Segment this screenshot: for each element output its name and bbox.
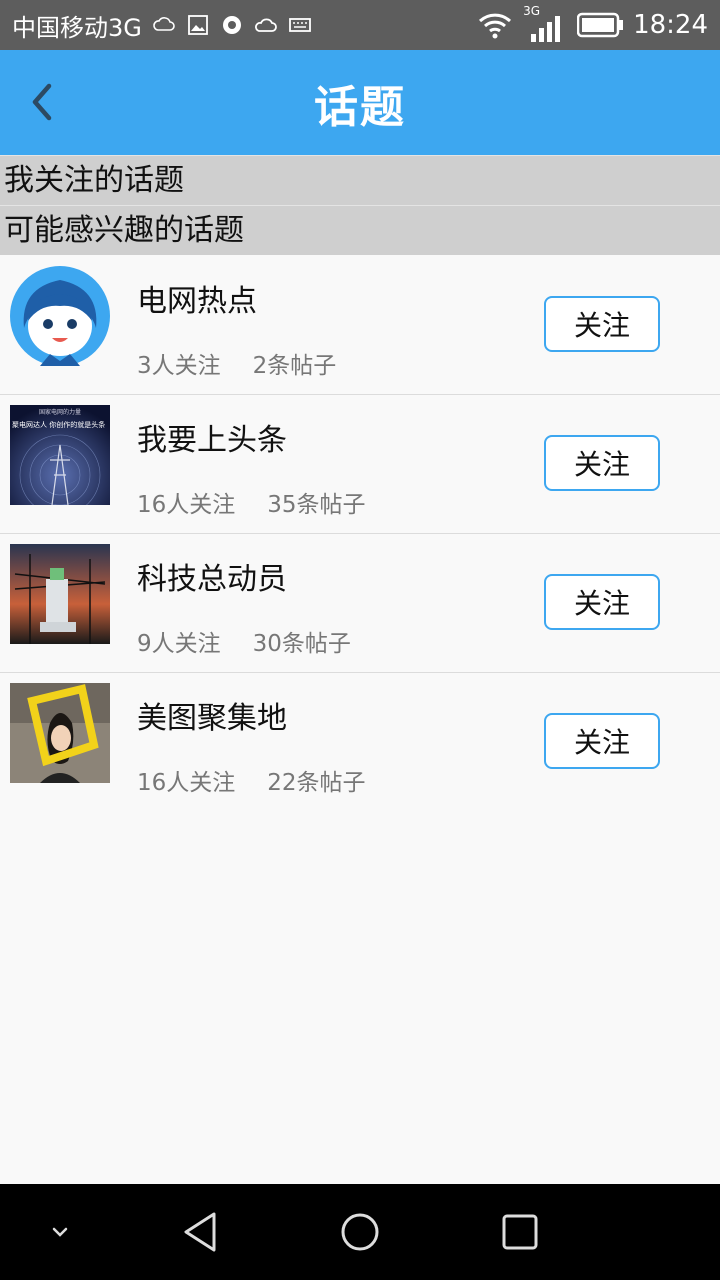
topic-row[interactable]: 国家电网的力量 聚电网达人 你创作的就是头条 我要上头条 16人关注 35条帖子… bbox=[0, 395, 720, 534]
topic-posts-count: 35条帖子 bbox=[267, 492, 366, 518]
square-recents-icon bbox=[502, 1214, 538, 1250]
topic-thumbnail-robot bbox=[10, 544, 110, 644]
app-bar: 话题 bbox=[0, 50, 720, 155]
follow-button[interactable]: 关注 bbox=[544, 296, 660, 352]
thumb-caption-1: 国家电网的力量 bbox=[39, 408, 81, 416]
carrier-label: 中国移动3G bbox=[12, 13, 142, 42]
topic-name: 我要上头条 bbox=[137, 423, 287, 458]
topic-meta: 3人关注 2条帖子 bbox=[137, 346, 336, 380]
follow-button[interactable]: 关注 bbox=[544, 574, 660, 630]
follow-button[interactable]: 关注 bbox=[544, 435, 660, 491]
topic-meta: 9人关注 30条帖子 bbox=[137, 624, 351, 658]
nav-hide-button[interactable] bbox=[36, 1208, 84, 1256]
section-interested-topics: 可能感兴趣的话题 bbox=[0, 205, 720, 255]
status-bar: 中国移动3G 3G 18:24 bbox=[0, 0, 720, 50]
weather-icon bbox=[153, 17, 175, 31]
topic-followers-count: 9人关注 bbox=[137, 631, 221, 657]
section-followed-topics[interactable]: 我关注的话题 bbox=[0, 155, 720, 205]
topic-posts-count: 22条帖子 bbox=[267, 770, 366, 796]
back-chevron-icon bbox=[32, 83, 52, 121]
topic-followers-count: 3人关注 bbox=[137, 353, 221, 379]
chevron-down-icon bbox=[52, 1227, 68, 1237]
signal-indicator: 3G bbox=[523, 4, 567, 42]
topic-row[interactable]: 电网热点 3人关注 2条帖子 关注 bbox=[0, 256, 720, 395]
cloud-icon bbox=[254, 18, 277, 32]
nav-recents-button[interactable] bbox=[496, 1208, 544, 1256]
topic-meta: 16人关注 22条帖子 bbox=[137, 763, 366, 797]
nav-back-button[interactable] bbox=[176, 1208, 224, 1256]
circle-home-icon bbox=[341, 1213, 379, 1251]
topic-posts-count: 30条帖子 bbox=[252, 631, 351, 657]
back-button[interactable] bbox=[12, 72, 72, 132]
topic-meta: 16人关注 35条帖子 bbox=[137, 485, 366, 519]
page-title: 话题 bbox=[314, 81, 406, 133]
topic-thumbnail-power-tower: 国家电网的力量 聚电网达人 你创作的就是头条 bbox=[10, 405, 110, 505]
nav-home-button[interactable] bbox=[336, 1208, 384, 1256]
triangle-back-icon bbox=[184, 1212, 216, 1252]
shield-icon bbox=[222, 16, 241, 34]
system-nav-bar bbox=[0, 1184, 720, 1280]
topic-posts-count: 2条帖子 bbox=[252, 353, 337, 379]
image-icon bbox=[187, 15, 208, 35]
status-right: 3G 18:24 bbox=[477, 4, 708, 42]
clock: 18:24 bbox=[633, 10, 708, 40]
wifi-icon bbox=[479, 13, 512, 39]
topic-list: 电网热点 3人关注 2条帖子 关注 国家电网的力量 聚电网达人 你创作的就是头条… bbox=[0, 256, 720, 812]
status-left: 中国移动3G bbox=[12, 8, 312, 43]
topic-avatar-mascot bbox=[10, 266, 110, 366]
battery-icon bbox=[577, 12, 624, 38]
topic-row[interactable]: 美图聚集地 16人关注 22条帖子 关注 bbox=[0, 673, 720, 812]
follow-button[interactable]: 关注 bbox=[544, 713, 660, 769]
keyboard-icon bbox=[288, 18, 311, 32]
topic-name: 科技总动员 bbox=[137, 562, 287, 597]
topic-name: 美图聚集地 bbox=[137, 701, 287, 736]
topic-row[interactable]: 科技总动员 9人关注 30条帖子 关注 bbox=[0, 534, 720, 673]
topic-name: 电网热点 bbox=[137, 284, 257, 319]
topic-thumbnail-photo-frame bbox=[10, 683, 110, 783]
thumb-caption-2: 聚电网达人 你创作的就是头条 bbox=[12, 420, 105, 429]
topic-followers-count: 16人关注 bbox=[137, 492, 236, 518]
topic-followers-count: 16人关注 bbox=[137, 770, 236, 796]
signal-icon bbox=[531, 16, 561, 42]
